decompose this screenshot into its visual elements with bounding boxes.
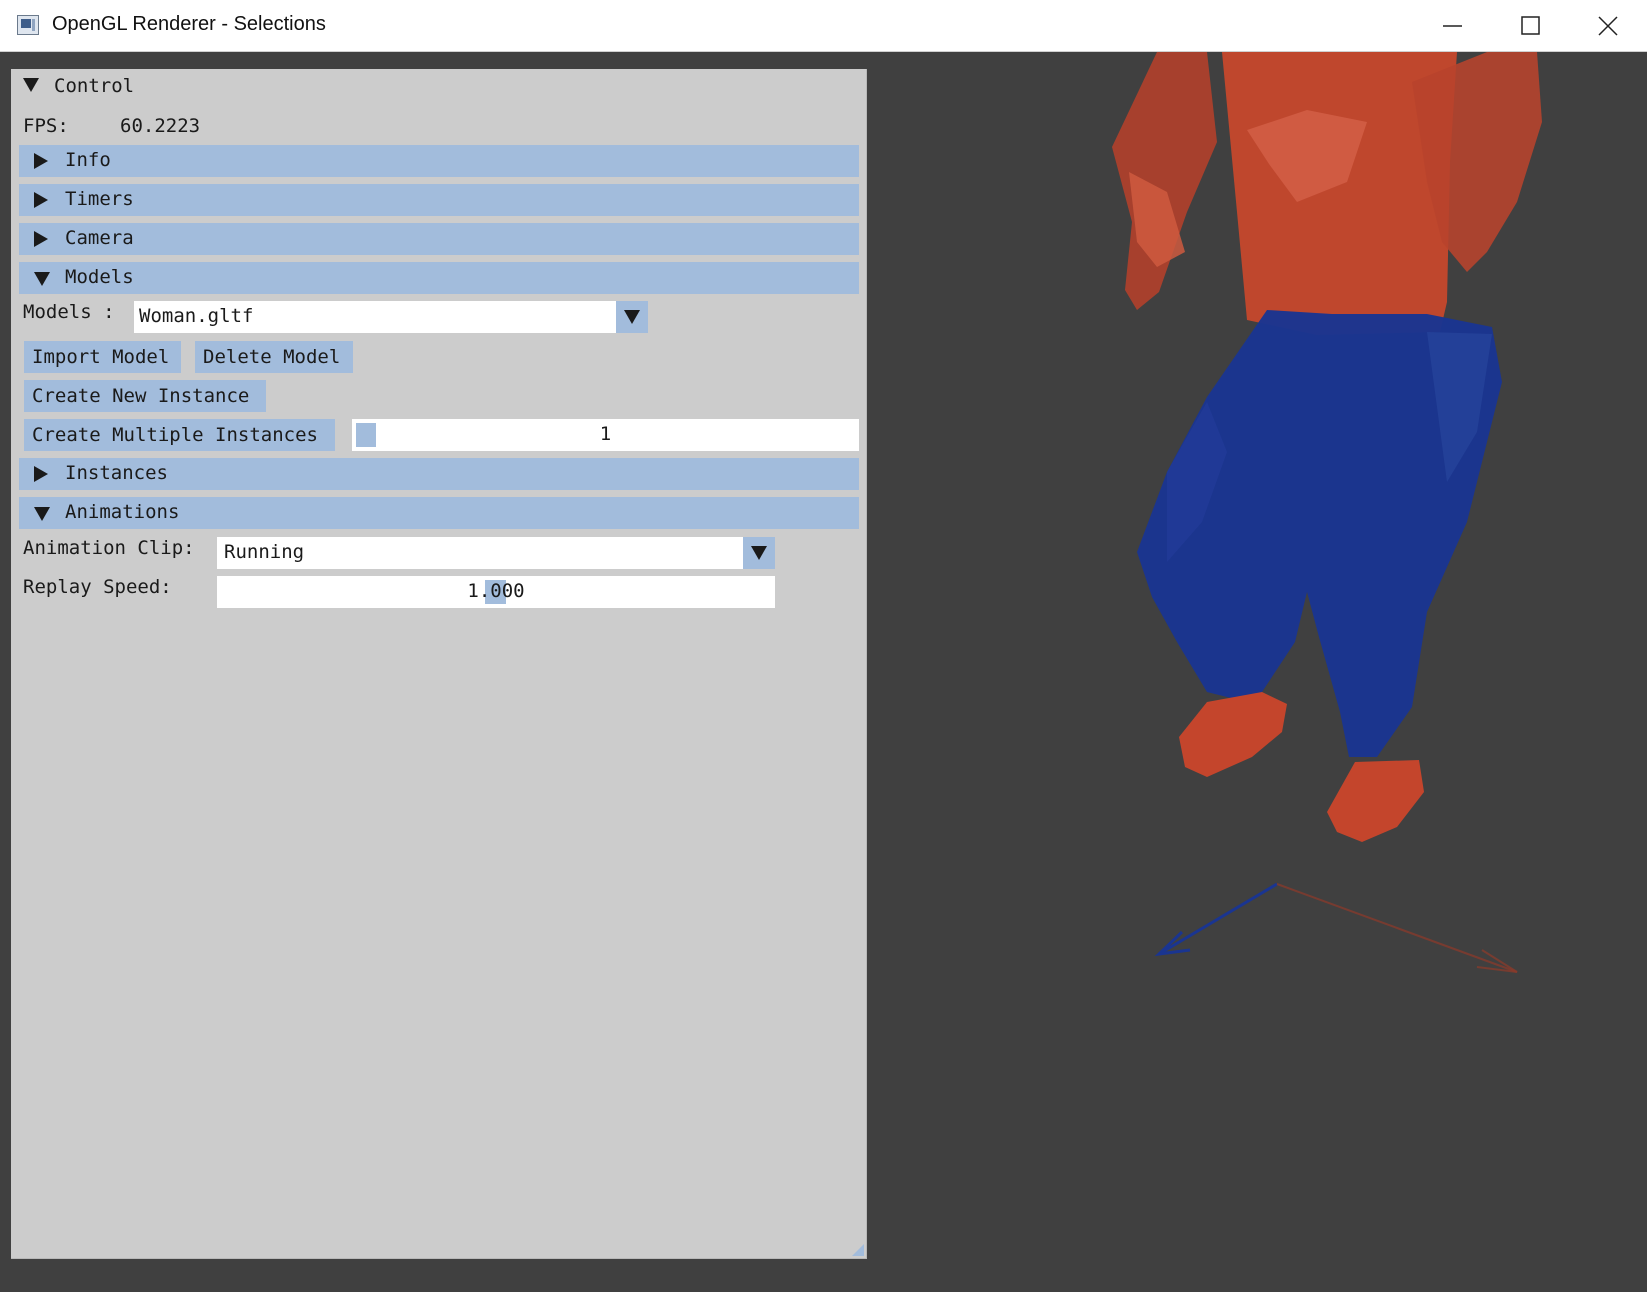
section-animations-label: Animations (65, 501, 180, 523)
fps-label: FPS: (23, 115, 69, 137)
window-title: OpenGL Renderer - Selections (52, 13, 326, 35)
instance-count-slider[interactable]: 1 (352, 419, 859, 451)
chevron-down-icon (751, 546, 767, 560)
axis-blue (1158, 882, 1278, 956)
maximize-button[interactable] (1492, 0, 1570, 52)
axis-red (1276, 883, 1518, 973)
section-info-label: Info (65, 149, 111, 171)
collapse-arrow-icon[interactable] (23, 78, 39, 92)
collapse-arrow-icon (34, 272, 50, 286)
panel-title: Control (54, 75, 135, 97)
create-multiple-instances-button[interactable]: Create Multiple Instances (24, 419, 335, 451)
section-camera[interactable]: Camera (19, 223, 859, 255)
section-models-label: Models (65, 266, 134, 288)
animation-clip-label: Animation Clip: (23, 537, 195, 559)
expand-arrow-icon (34, 153, 48, 169)
close-icon (1598, 16, 1618, 36)
expand-arrow-icon (34, 192, 48, 208)
section-instances-label: Instances (65, 462, 168, 484)
replay-speed-label: Replay Speed: (23, 576, 172, 598)
section-models[interactable]: Models (19, 262, 859, 294)
resize-grip-icon[interactable] (852, 1244, 864, 1256)
control-panel[interactable]: Control FPS: 60.2223 Info Timers Camera … (11, 69, 867, 1259)
model-right-shoe (1327, 760, 1424, 842)
collapse-arrow-icon (34, 507, 50, 521)
expand-arrow-icon (34, 466, 48, 482)
model-left-arm (1112, 52, 1217, 310)
section-info[interactable]: Info (19, 145, 859, 177)
models-selected-value: Woman.gltf (139, 305, 254, 327)
section-camera-label: Camera (65, 227, 134, 249)
3d-viewport[interactable] (867, 52, 1647, 1288)
models-label: Models : (23, 301, 115, 323)
section-timers-label: Timers (65, 188, 134, 210)
model-render (1112, 52, 1542, 973)
delete-model-button[interactable]: Delete Model (195, 341, 353, 373)
chevron-down-icon (624, 310, 640, 324)
create-new-instance-button[interactable]: Create New Instance (24, 380, 266, 412)
animation-clip-combo[interactable]: Running (217, 537, 775, 569)
models-dropdown-arrow[interactable] (616, 301, 648, 333)
maximize-icon (1521, 16, 1540, 35)
instance-count-value: 1 (599, 423, 612, 445)
section-animations[interactable]: Animations (19, 497, 859, 529)
animation-clip-dropdown-arrow[interactable] (743, 537, 775, 569)
window-title-bar: OpenGL Renderer - Selections (0, 0, 1647, 52)
minimize-button[interactable] (1414, 0, 1492, 52)
fps-value: 60.2223 (120, 115, 201, 137)
replay-speed-value: 1.000 (467, 580, 525, 602)
import-model-button[interactable]: Import Model (24, 341, 181, 373)
model-left-shoe (1179, 692, 1287, 777)
app-window-icon (17, 15, 39, 35)
animation-clip-value: Running (224, 541, 305, 563)
section-timers[interactable]: Timers (19, 184, 859, 216)
section-instances[interactable]: Instances (19, 458, 859, 490)
close-button[interactable] (1569, 0, 1647, 52)
replay-speed-input[interactable]: 1.000 (217, 576, 775, 608)
expand-arrow-icon (34, 231, 48, 247)
minimize-icon (1443, 25, 1462, 27)
models-combo[interactable]: Woman.gltf (134, 301, 648, 333)
